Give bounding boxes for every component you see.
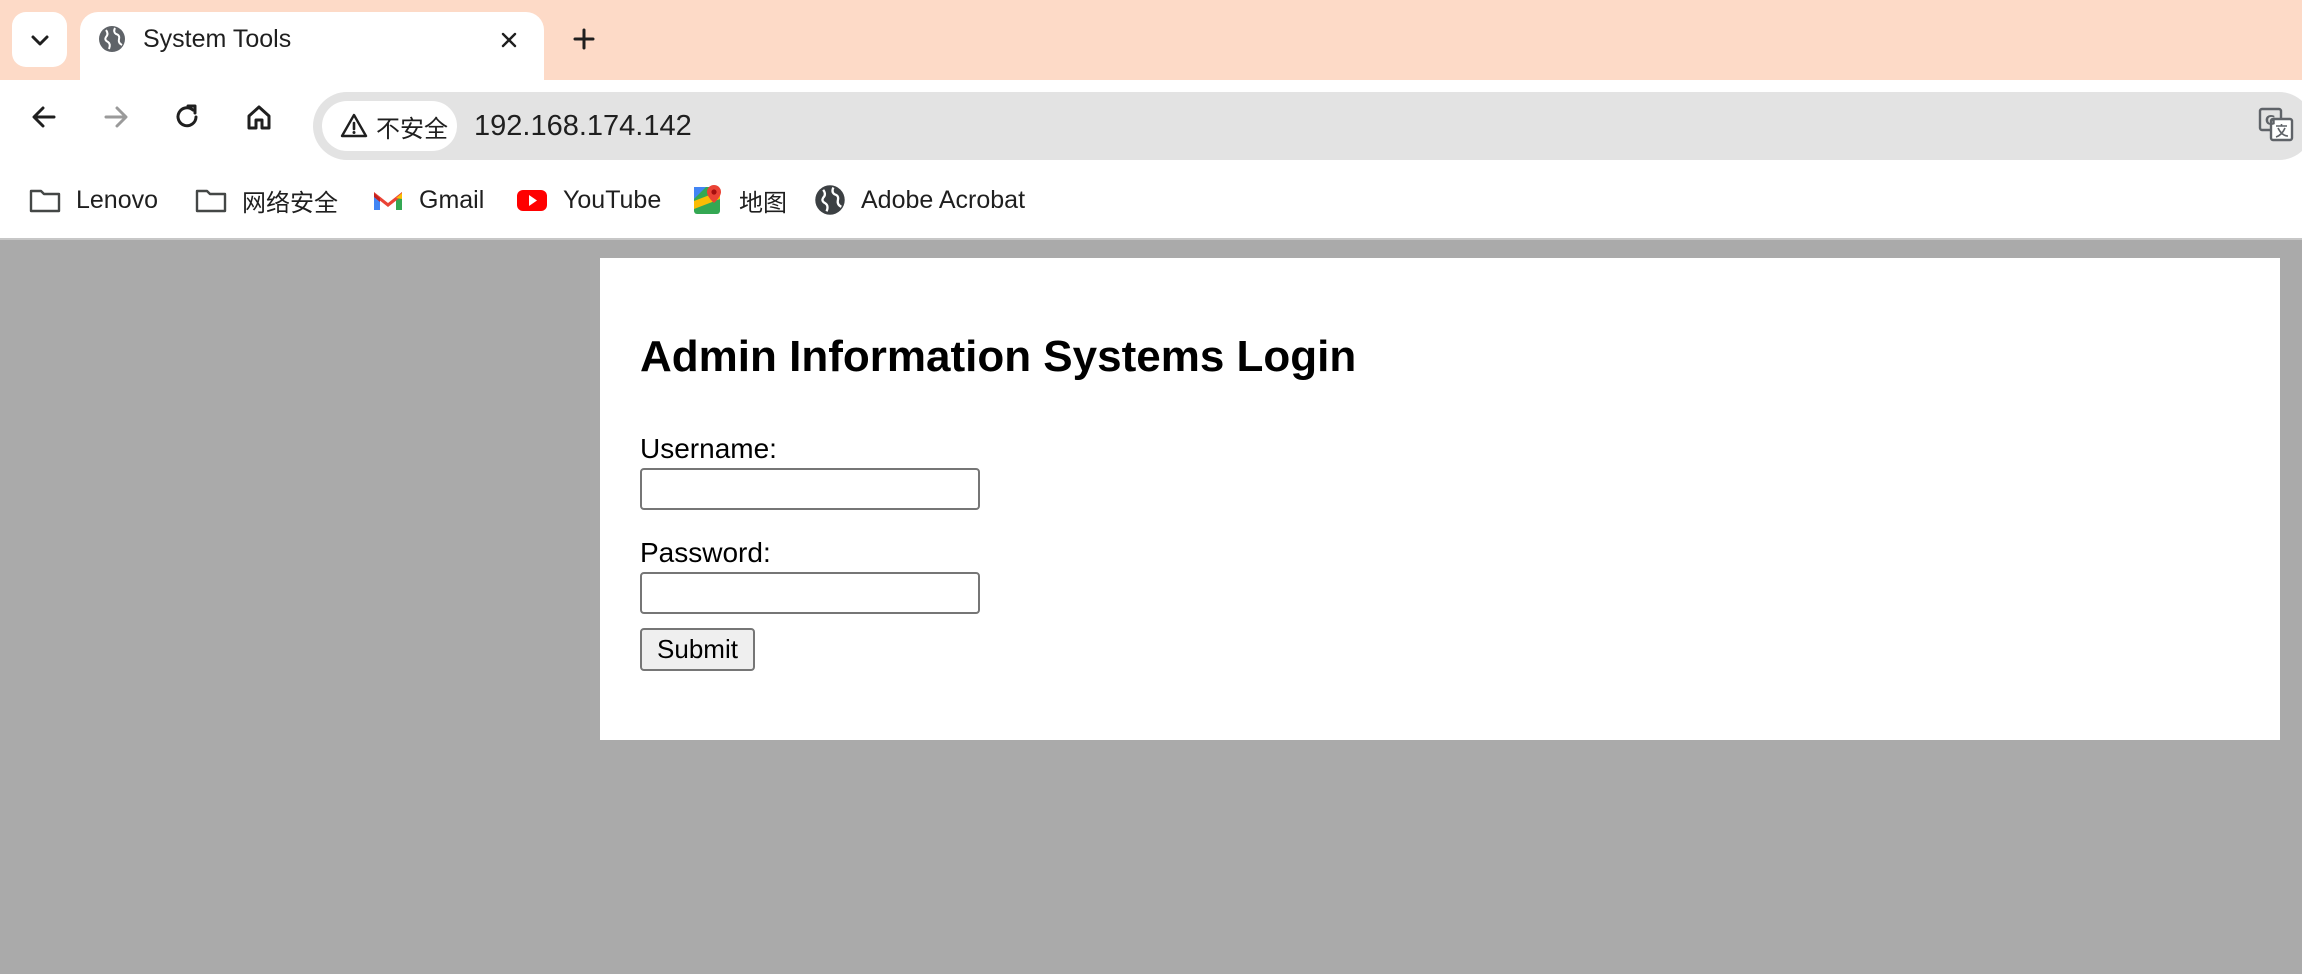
bookmark-label: 地图 xyxy=(739,188,787,217)
new-tab-button[interactable] xyxy=(565,20,603,58)
url-text: 192.168.174.142 xyxy=(474,110,692,142)
bookmark-gmail[interactable]: Gmail xyxy=(371,180,484,220)
back-button[interactable] xyxy=(20,93,68,141)
tab-title: System Tools xyxy=(143,25,292,53)
page-title: Admin Information Systems Login xyxy=(640,332,1357,381)
bookmark-lenovo[interactable]: Lenovo xyxy=(28,180,158,220)
login-form-card: Admin Information Systems Login Username… xyxy=(600,258,2280,740)
translate-icon[interactable]: G xyxy=(2258,106,2294,142)
bookmark-adobe-acrobat[interactable]: Adobe Acrobat xyxy=(813,180,1025,220)
folder-icon xyxy=(195,189,227,213)
username-label: Username: xyxy=(640,433,777,464)
tab-close-button[interactable] xyxy=(494,25,524,55)
youtube-icon xyxy=(517,190,547,211)
globe-icon xyxy=(815,185,845,215)
gmail-icon xyxy=(374,192,402,210)
forward-button[interactable] xyxy=(92,93,140,141)
password-label: Password: xyxy=(640,537,771,568)
bookmark-youtube[interactable]: YouTube xyxy=(515,180,661,220)
bookmark-label: 网络安全 xyxy=(242,188,338,217)
submit-button[interactable]: Submit xyxy=(640,628,755,671)
address-bar[interactable]: 不安全 192.168.174.142 xyxy=(313,92,2302,160)
password-input[interactable] xyxy=(640,572,980,614)
bookmark-label: YouTube xyxy=(563,185,662,214)
maps-icon xyxy=(694,185,721,214)
search-tabs-button[interactable] xyxy=(12,12,67,67)
arrow-right-icon xyxy=(104,106,128,128)
page-viewport: Admin Information Systems Login Username… xyxy=(0,242,2302,974)
bookmark-maps[interactable]: 地图 xyxy=(691,180,787,220)
plus-icon xyxy=(573,28,595,50)
chevron-down-icon xyxy=(31,35,48,45)
bookmark-network-security[interactable]: 网络安全 xyxy=(194,180,338,220)
site-security-chip[interactable]: 不安全 xyxy=(322,101,457,151)
close-icon xyxy=(501,32,517,48)
home-icon xyxy=(247,105,271,130)
username-input[interactable] xyxy=(640,468,980,510)
globe-icon xyxy=(99,26,125,52)
bookmark-label: Adobe Acrobat xyxy=(861,185,1026,214)
security-label: 不安全 xyxy=(376,114,448,143)
reload-button[interactable] xyxy=(163,93,211,141)
folder-icon xyxy=(29,189,61,213)
tab-strip: System Tools xyxy=(0,0,2302,80)
bookmark-label: Lenovo xyxy=(76,185,159,214)
bookmarks-bar: Lenovo 网络安全 Gmail YouTube 地图 Adobe Acrob… xyxy=(0,160,2302,240)
warning-icon xyxy=(340,113,368,138)
reload-icon xyxy=(176,104,198,128)
browser-toolbar: 不安全 192.168.174.142 xyxy=(0,80,2302,160)
home-button[interactable] xyxy=(235,93,283,141)
arrow-left-icon xyxy=(32,106,56,128)
bookmark-label: Gmail xyxy=(419,185,485,214)
tab-active[interactable]: System Tools xyxy=(80,12,544,80)
svg-text:G: G xyxy=(2265,114,2276,129)
